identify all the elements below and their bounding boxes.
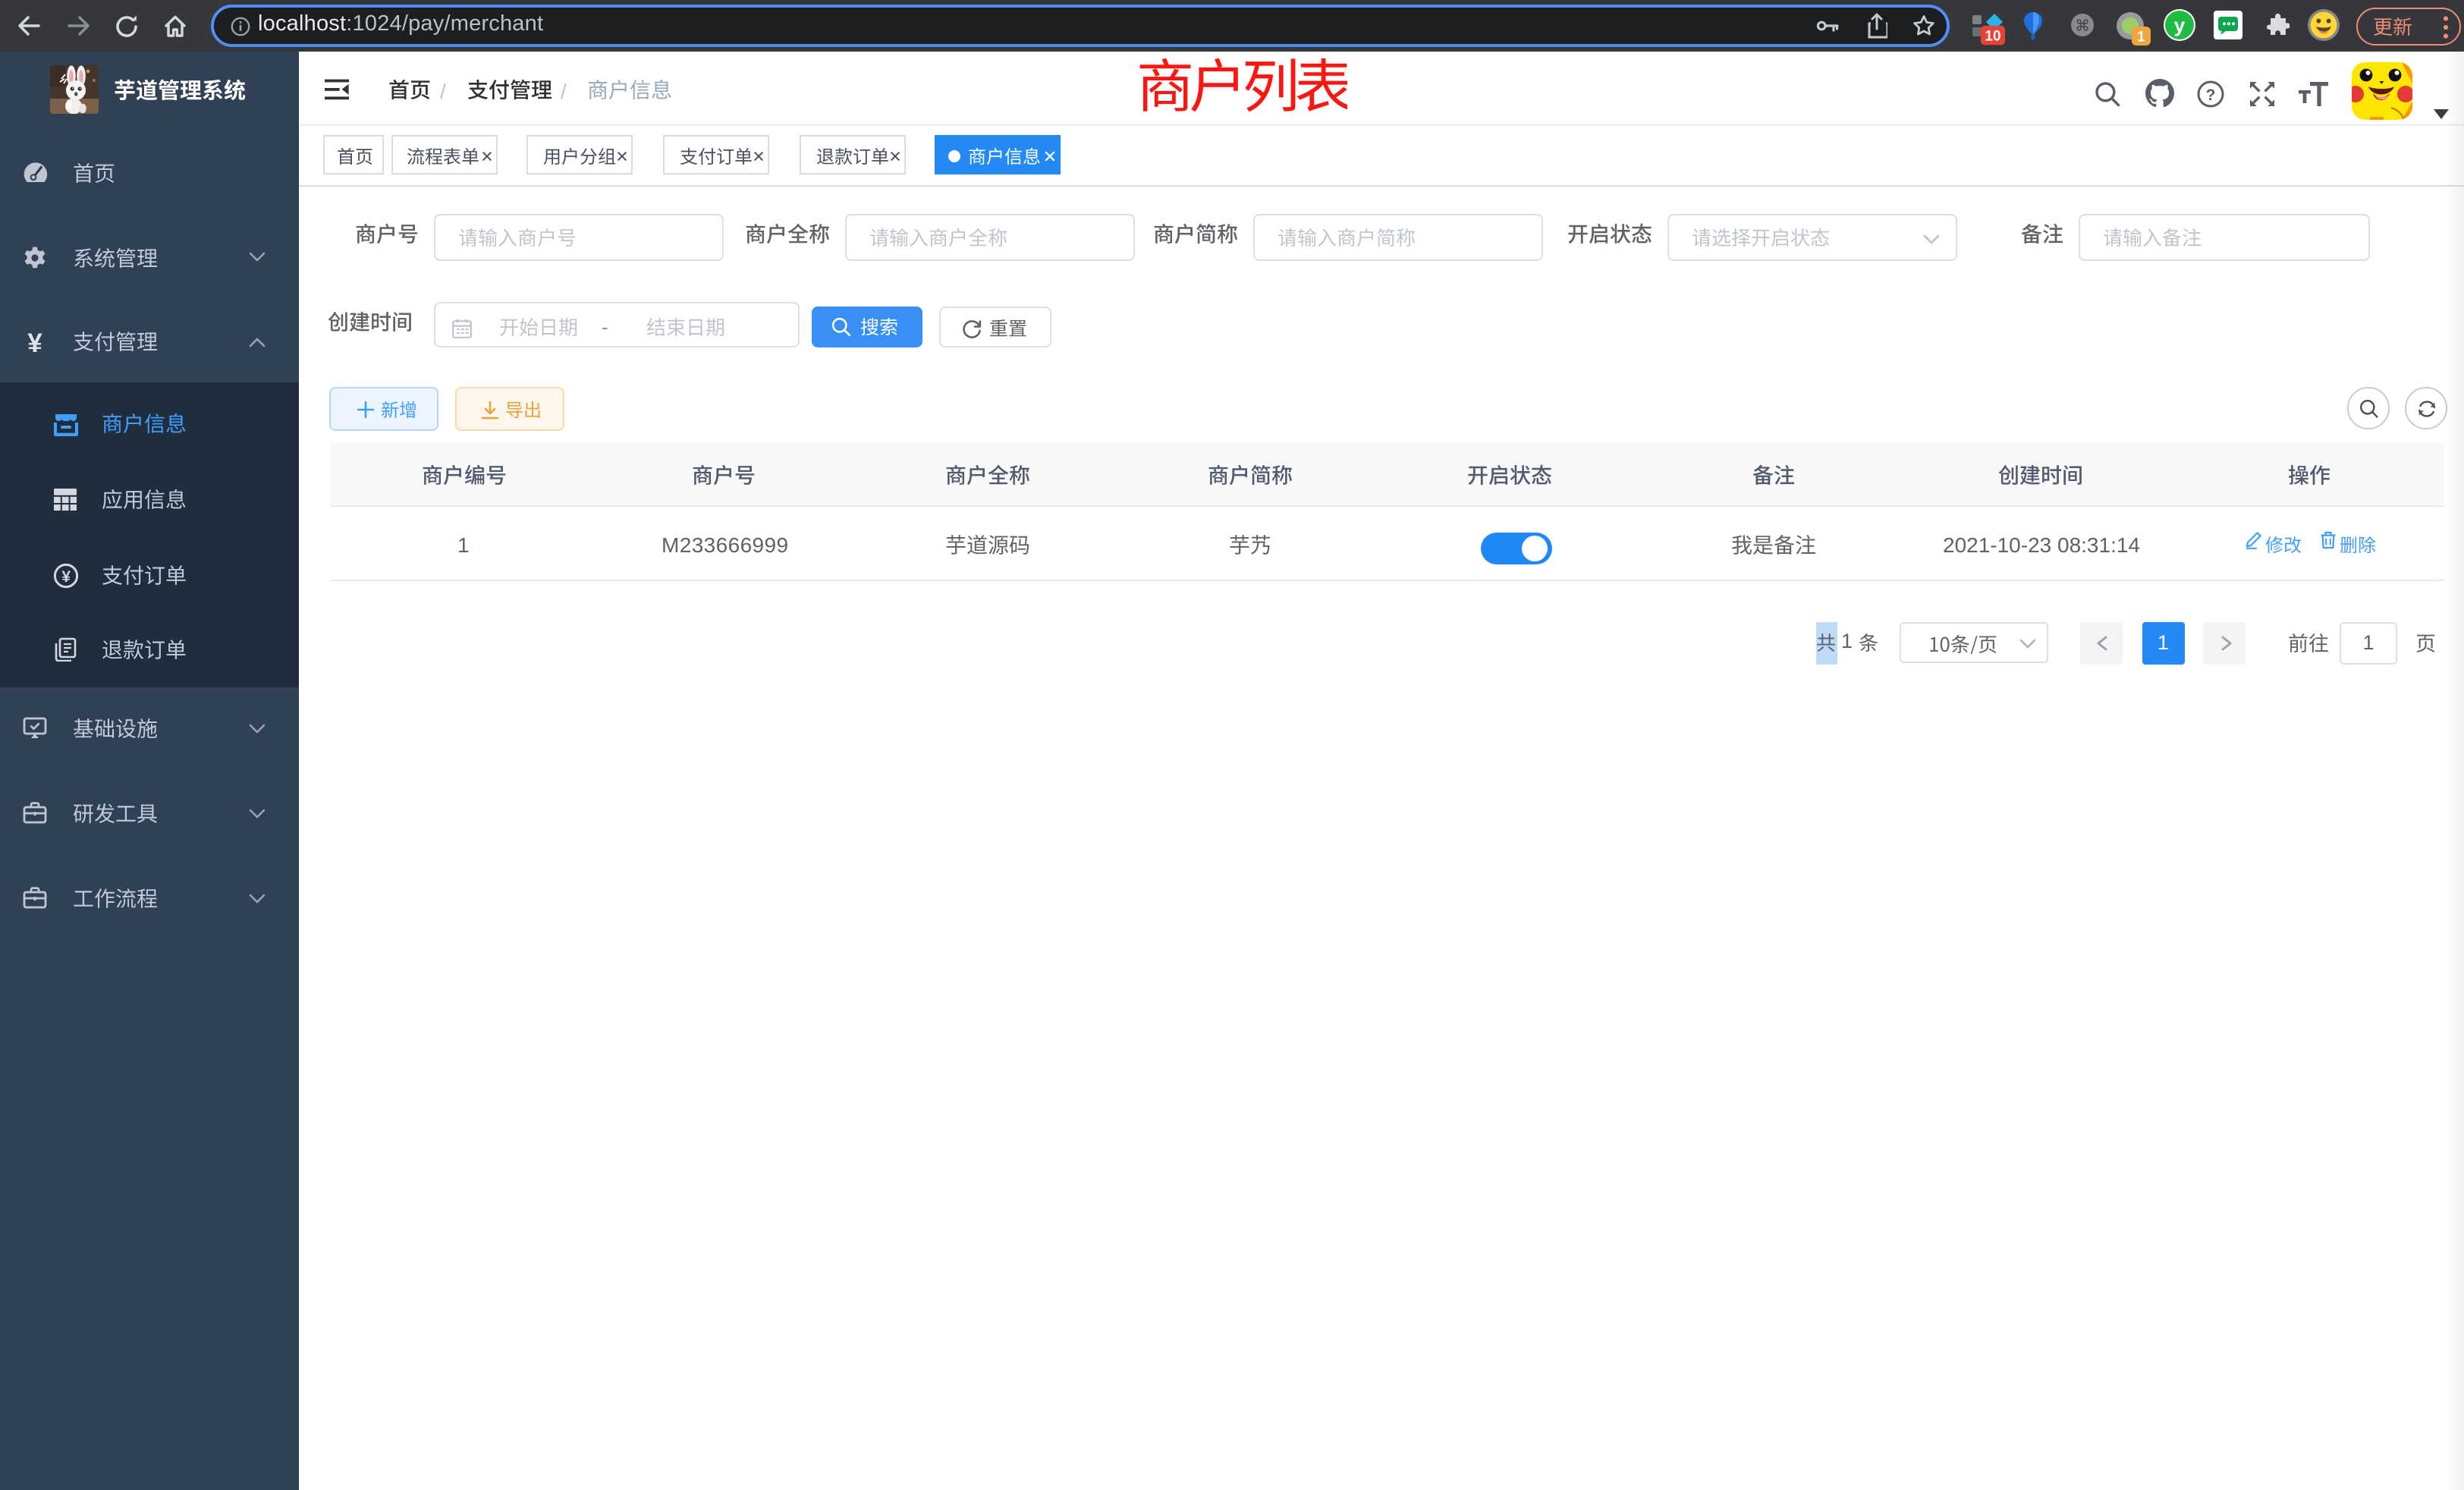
svg-text:¥: ¥ [27,330,42,357]
svg-text:¥: ¥ [61,567,71,585]
svg-text:1: 1 [2137,30,2145,46]
svg-text:?: ? [2205,86,2215,104]
svg-text:y: y [2174,14,2186,36]
svg-text:⌘: ⌘ [2074,18,2089,35]
svg-text:10: 10 [1985,29,2000,45]
